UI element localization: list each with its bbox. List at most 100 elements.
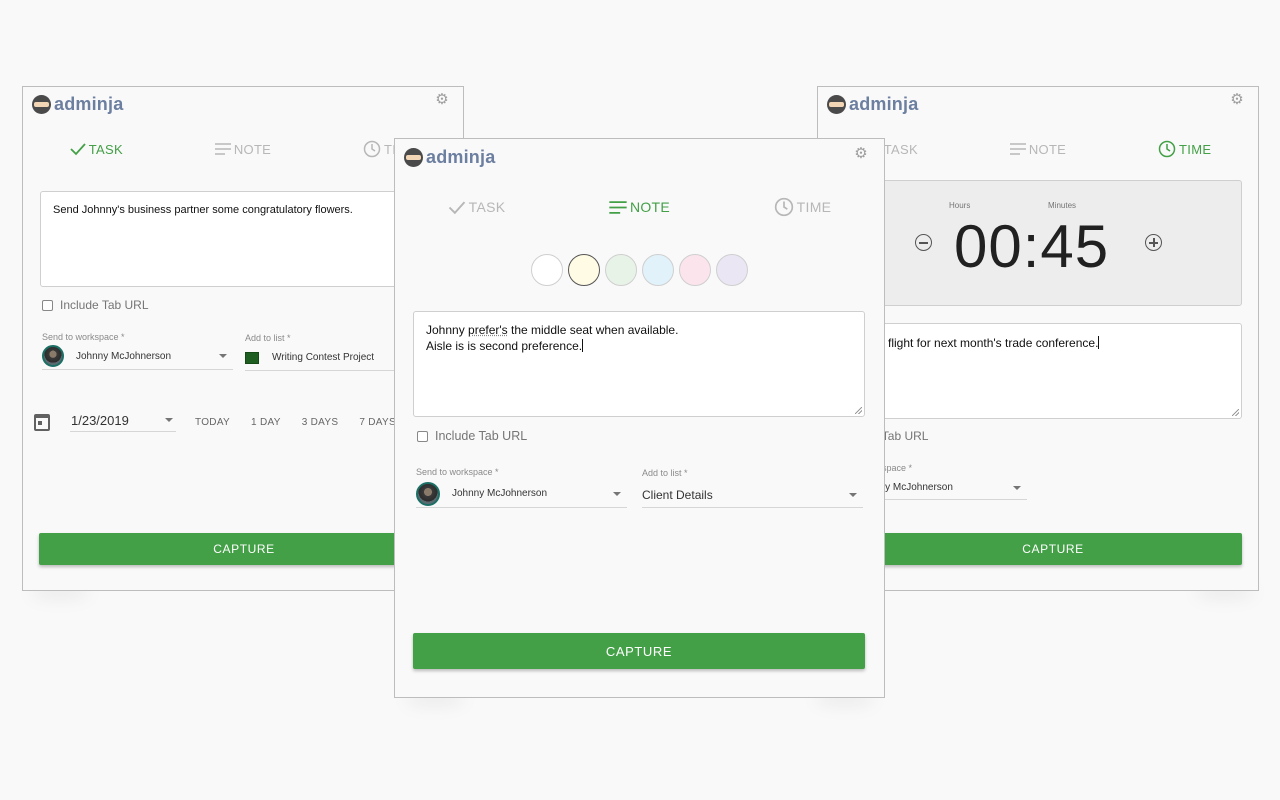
time-description-text: flight for next month's trade conference…	[888, 336, 1100, 350]
due-date-input[interactable]: 1/23/2019	[70, 413, 176, 432]
tab-time[interactable]: TIME	[1111, 140, 1258, 158]
minutes-label: Minutes	[1048, 201, 1077, 210]
dropdown-arrow-icon	[613, 491, 621, 496]
note-color-swatch[interactable]	[531, 254, 563, 286]
include-tab-url-label: Include Tab URL	[435, 429, 528, 443]
calendar-icon[interactable]	[34, 414, 50, 431]
list-color-swatch	[245, 351, 259, 364]
dropdown-arrow-icon	[219, 354, 227, 358]
duration-picker: Hours Minutes 00:45	[834, 180, 1242, 306]
mode-tabs: TASK NOTE TIME	[395, 197, 884, 217]
note-color-swatch[interactable]	[716, 254, 748, 286]
note-color-swatch[interactable]	[679, 254, 711, 286]
ninja-logo-icon	[32, 95, 51, 114]
hours-label: Hours	[949, 201, 971, 210]
check-icon	[448, 200, 465, 214]
settings-gear-icon[interactable]: ⚙	[435, 92, 449, 107]
due-date-value: 1/23/2019	[71, 413, 129, 428]
capture-label: CAPTURE	[1022, 542, 1084, 556]
tab-task-label: TASK	[883, 141, 918, 157]
tab-task-label: TASK	[88, 141, 123, 157]
note-color-swatch[interactable]	[642, 254, 674, 286]
settings-gear-icon[interactable]: ⚙	[854, 146, 868, 161]
tab-task[interactable]: TASK	[395, 197, 558, 217]
decrement-minus-icon[interactable]	[915, 234, 932, 251]
due-date-row: 1/23/2019 TODAY 1 DAY 3 DAYS 7 DAYS	[34, 413, 417, 432]
quick-date-3-days[interactable]: 3 DAYS	[302, 417, 339, 428]
include-tab-url-checkbox[interactable]	[417, 430, 428, 442]
settings-gear-icon[interactable]: ⚙	[1230, 92, 1244, 107]
workspace-select[interactable]: Johnny McJohnerson	[42, 343, 233, 370]
app-name: adminja	[54, 94, 124, 114]
quick-date-7-days[interactable]: 7 DAYS	[359, 417, 396, 428]
capture-label: CAPTURE	[213, 542, 275, 556]
ninja-logo-icon	[827, 95, 846, 114]
tab-note-label: NOTE	[629, 199, 671, 215]
tab-time[interactable]: TIME	[721, 197, 884, 217]
app-name: adminja	[849, 94, 919, 114]
capture-button[interactable]: CAPTURE	[834, 533, 1242, 565]
dropdown-arrow-icon	[849, 492, 857, 497]
note-lines-icon	[609, 200, 627, 214]
time-description-textarea[interactable]: flight for next month's trade conference…	[834, 323, 1242, 419]
list-label: Add to list *	[642, 468, 688, 478]
workspace-value: Johnny McJohnerson	[76, 350, 172, 362]
quick-date-today[interactable]: TODAY	[195, 417, 230, 428]
resize-grip-icon[interactable]	[1232, 409, 1239, 416]
list-label: Add to list *	[245, 333, 291, 343]
list-select[interactable]: Client Details	[642, 482, 863, 508]
tab-task[interactable]: TASK	[23, 140, 170, 158]
check-icon	[70, 143, 86, 156]
capture-button[interactable]: CAPTURE	[39, 533, 449, 565]
clock-icon	[363, 140, 381, 158]
tab-note[interactable]: NOTE	[965, 140, 1112, 158]
note-color-picker	[531, 254, 753, 286]
tab-note[interactable]: NOTE	[558, 197, 721, 217]
resize-grip-icon[interactable]	[855, 407, 862, 414]
note-textarea[interactable]: Johnny prefer's the middle seat when ava…	[413, 311, 865, 417]
dropdown-arrow-icon	[165, 418, 173, 422]
workspace-select[interactable]: Johnny McJohnerson	[416, 480, 627, 508]
clock-icon	[1158, 140, 1176, 158]
quick-date-1-day[interactable]: 1 DAY	[251, 417, 281, 428]
tab-time-label: TIME	[1179, 141, 1212, 157]
note-color-swatch[interactable]	[605, 254, 637, 286]
note-text-line-1: Johnny prefer's the middle seat when ava…	[426, 323, 679, 337]
task-text: Send Johnny's business partner some cong…	[53, 204, 353, 216]
app-logo: adminja	[32, 94, 123, 115]
note-lines-icon	[1009, 143, 1026, 155]
include-tab-url-label: Include Tab URL	[60, 298, 149, 312]
misspelled-word: prefer's	[468, 323, 508, 337]
workspace-value: Johnny McJohnerson	[452, 488, 548, 499]
clock-icon	[774, 197, 793, 217]
tab-task-label: TASK	[468, 199, 506, 215]
workspace-select[interactable]: nny McJohnerson	[874, 476, 1027, 500]
task-textarea[interactable]: Send Johnny's business partner some cong…	[40, 191, 450, 287]
tab-note-label: NOTE	[233, 141, 272, 157]
dropdown-arrow-icon	[1013, 485, 1021, 490]
note-color-swatch[interactable]	[568, 254, 600, 286]
avatar	[42, 345, 64, 367]
avatar	[416, 481, 440, 506]
capture-button[interactable]: CAPTURE	[413, 633, 865, 669]
capture-label: CAPTURE	[605, 643, 673, 659]
list-value: Client Details	[642, 487, 713, 502]
text-caret	[1098, 336, 1100, 349]
tab-time-label: TIME	[796, 199, 832, 215]
app-name: adminja	[426, 147, 496, 167]
workspace-value: nny McJohnerson	[874, 482, 953, 493]
workspace-label: Send to workspace *	[42, 332, 125, 342]
workspace-label: Send to workspace *	[416, 467, 499, 477]
tab-note[interactable]: NOTE	[170, 140, 317, 158]
note-lines-icon	[214, 143, 231, 155]
app-logo: adminja	[404, 147, 495, 168]
duration-value[interactable]: 00:45	[954, 217, 1109, 277]
text-caret	[582, 339, 584, 352]
include-tab-url-row[interactable]: Include Tab URL	[42, 298, 149, 312]
increment-plus-icon[interactable]	[1145, 234, 1162, 251]
app-logo: adminja	[827, 94, 918, 115]
include-tab-url-checkbox[interactable]	[42, 299, 53, 311]
include-tab-url-row[interactable]: Include Tab URL	[417, 429, 527, 443]
workspace-label: space *	[882, 463, 913, 473]
ninja-logo-icon	[404, 148, 423, 167]
